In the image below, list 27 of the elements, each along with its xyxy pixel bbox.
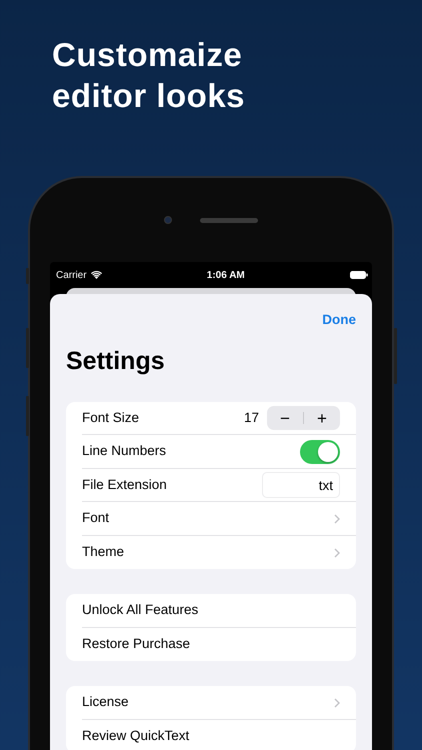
camera-icon [164, 216, 172, 224]
headline: editor looks [52, 76, 246, 116]
settings-row[interactable]: License [82, 686, 356, 720]
settings-row[interactable]: Font [82, 502, 356, 536]
chevron-icon [334, 514, 340, 524]
extension-field[interactable]: txt [262, 472, 340, 498]
battery-icon [350, 271, 368, 279]
row-label: File Extension [82, 476, 168, 494]
row-label: Font Size [82, 408, 140, 427]
status-time: 1:06 AM [206, 268, 245, 282]
toggle-switch[interactable] [300, 440, 340, 464]
wifi-icon [90, 271, 102, 279]
chevron-icon [334, 548, 340, 558]
speaker-grille [200, 218, 258, 222]
increment-button[interactable]: + [304, 410, 340, 426]
chevron-icon [334, 698, 340, 708]
settings-row[interactable]: Restore Purchase [82, 628, 356, 662]
sheet-title: Settings [66, 346, 166, 378]
headline: Customaize [52, 35, 244, 75]
settings-row[interactable]: Theme [82, 536, 356, 570]
font-size-value: 17 [244, 408, 259, 427]
settings-row[interactable]: Review QuickText [82, 720, 356, 750]
settings-row[interactable]: Unlock All Features [82, 594, 356, 628]
row-label: Line Numbers [82, 442, 168, 460]
carrier-label: Carrier [56, 268, 87, 282]
done-button[interactable]: Done [322, 310, 356, 330]
decrement-button[interactable]: − [267, 410, 303, 426]
